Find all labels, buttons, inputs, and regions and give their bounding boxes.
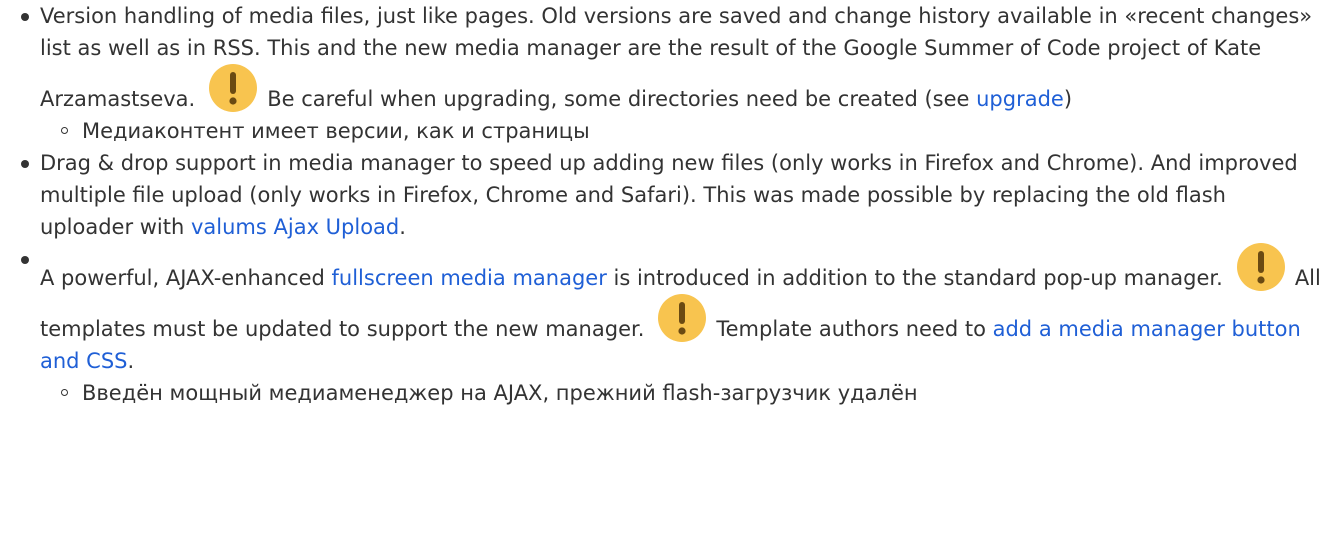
item-text: . <box>399 215 406 239</box>
item-text: A powerful, AJAX-enhanced <box>40 266 332 290</box>
sub-list: Медиаконтент имеет версии, как и страниц… <box>40 115 1325 147</box>
sub-list: Введён мощный медиаменеджер на AJAX, пре… <box>40 377 1325 409</box>
item-text: ) <box>1063 87 1073 111</box>
list-item: A powerful, AJAX-enhanced fullscreen med… <box>18 243 1325 409</box>
item-text: Template authors need to <box>716 317 993 341</box>
exclamation-icon <box>1236 243 1285 291</box>
item-text: Be careful when upgrading, some director… <box>267 87 977 111</box>
exclamation-icon <box>209 64 258 112</box>
sub-list-item: Введён мощный медиаменеджер на AJAX, пре… <box>40 377 1325 409</box>
list-item: Version handling of media files, just li… <box>18 0 1325 147</box>
item-text: . <box>127 349 135 373</box>
exclamation-icon <box>658 294 707 342</box>
changelog-list: Version handling of media files, just li… <box>18 0 1325 409</box>
link-fullscreen-media-manager[interactable]: fullscreen media manager <box>332 266 607 290</box>
link-upgrade[interactable]: upgrade <box>976 87 1064 111</box>
sub-list-item: Медиаконтент имеет версии, как и страниц… <box>40 115 1325 147</box>
list-item: Drag & drop support in media manager to … <box>18 147 1325 243</box>
item-text: is introduced in addition to the standar… <box>606 266 1223 290</box>
link-valums-ajax-upload[interactable]: valums Ajax Upload <box>191 215 399 239</box>
changelog-page: Version handling of media files, just li… <box>0 0 1325 551</box>
